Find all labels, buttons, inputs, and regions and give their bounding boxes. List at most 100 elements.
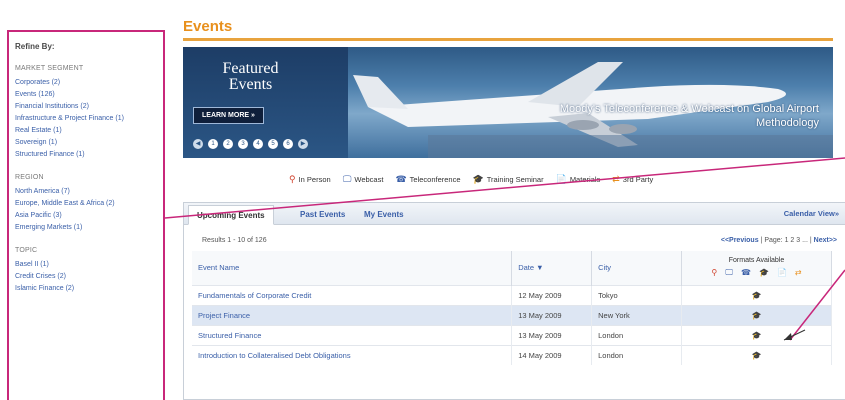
column-header-city[interactable]: City <box>591 251 683 285</box>
facet-link[interactable]: Basel II (1) <box>15 260 163 270</box>
carousel-pager: ◀ 1 2 3 4 5 6 ▶ <box>193 139 308 149</box>
learn-more-button[interactable]: LEARN MORE » <box>193 107 264 124</box>
event-formats: 🎓 <box>681 284 832 305</box>
telephone-icon: ☎ <box>395 174 407 184</box>
facet-link[interactable]: Emerging Markets (1) <box>15 223 163 233</box>
event-city: London <box>591 324 683 345</box>
event-city: New York <box>591 304 683 325</box>
column-header-date[interactable]: Date ▼ <box>511 251 593 285</box>
training-icon[interactable]: 🎓 <box>759 268 769 278</box>
person-icon[interactable]: ⚲ <box>711 268 717 278</box>
legend-training-seminar: 🎓 Training Seminar <box>472 174 544 185</box>
legend-label: Materials <box>569 175 601 184</box>
featured-events-title: Featured Events <box>222 60 279 93</box>
webcast-icon[interactable]: 🖵 <box>725 268 733 278</box>
carousel-next-icon[interactable]: ▶ <box>298 139 308 149</box>
facet-link[interactable]: Sovereign (1) <box>15 138 163 148</box>
page-numbers[interactable]: | Page: 1 2 3 ... | <box>761 237 812 244</box>
facet-link[interactable]: Structured Finance (1) <box>15 150 163 160</box>
facet-link[interactable]: Financial Institutions (2) <box>15 102 163 112</box>
legend-label: In Person <box>298 175 331 184</box>
event-city: Tokyo <box>591 284 683 305</box>
banner-caption: Moody's Teleconference & Webcast on Glob… <box>559 103 819 129</box>
results-count: Results 1 - 10 of 126 <box>202 237 267 244</box>
materials-icon[interactable]: 📄 <box>777 268 787 278</box>
featured-banner[interactable]: Featured Events LEARN MORE » ◀ 1 2 3 4 5… <box>183 47 833 158</box>
facet-link[interactable]: Asia Pacific (3) <box>15 211 163 221</box>
event-name-link[interactable]: Structured Finance <box>192 324 513 345</box>
third-party-icon[interactable]: ⇄ <box>795 268 802 278</box>
page-title: Events <box>183 18 233 35</box>
facet-link[interactable]: Islamic Finance (2) <box>15 284 163 294</box>
carousel-dot[interactable]: 4 <box>253 139 263 149</box>
carousel-prev-icon[interactable]: ◀ <box>193 139 203 149</box>
person-icon: ⚲ <box>289 174 296 184</box>
table-header-row: Event Name Date ▼ City Formats Available… <box>192 251 832 285</box>
facet-section-market-segment: MARKET SEGMENT Corporates (2) Events (12… <box>15 65 163 160</box>
table-row: Introduction to Collateralised Debt Obli… <box>192 344 832 365</box>
facet-link[interactable]: Events (126) <box>15 90 163 100</box>
facet-link[interactable]: Corporates (2) <box>15 78 163 88</box>
formats-available-label: Formats Available <box>728 257 785 265</box>
table-row: Project Finance 13 May 2009 New York 🎓 <box>192 304 832 325</box>
format-legend: ⚲ In Person 🖵 Webcast ☎ Teleconference 🎓 Tra… <box>289 174 654 185</box>
training-icon: 🎓 <box>751 290 762 300</box>
legend-label: Teleconference <box>409 175 461 184</box>
previous-page-link[interactable]: <<Previous <box>721 237 759 244</box>
calendar-view-link[interactable]: Calendar View» <box>784 203 839 225</box>
next-page-link[interactable]: Next>> <box>814 237 837 244</box>
training-icon: 🎓 <box>472 174 484 184</box>
facet-section-title: MARKET SEGMENT <box>15 65 84 72</box>
event-name-link[interactable]: Fundamentals of Corporate Credit <box>192 284 513 305</box>
event-city: London <box>591 344 683 365</box>
refine-heading: Refine By: <box>15 42 55 51</box>
third-party-icon: ⇄ <box>612 174 620 184</box>
event-date: 13 May 2009 <box>511 304 593 325</box>
facet-link[interactable]: Infrastructure & Project Finance (1) <box>15 114 163 124</box>
carousel-dot[interactable]: 3 <box>238 139 248 149</box>
legend-third-party: ⇄ 3rd Party <box>612 174 654 185</box>
materials-icon: 📄 <box>555 174 567 184</box>
event-name-link[interactable]: Project Finance <box>192 304 513 325</box>
format-filter-icons: ⚲ 🖵 ☎ 🎓 📄 ⇄ <box>682 268 831 278</box>
training-icon: 🎓 <box>751 330 762 340</box>
event-date: 14 May 2009 <box>511 344 593 365</box>
event-formats: 🎓 <box>681 344 832 365</box>
facet-link[interactable]: Credit Crises (2) <box>15 272 163 282</box>
pagination: <<Previous | Page: 1 2 3 ... | Next>> <box>721 237 837 244</box>
carousel-dot[interactable]: 6 <box>283 139 293 149</box>
refine-sidebar: Refine By: MARKET SEGMENT Corporates (2)… <box>7 30 165 400</box>
facet-section-title: REGION <box>15 174 44 181</box>
table-row: Structured Finance 13 May 2009 London 🎓 <box>192 324 832 345</box>
facet-link[interactable]: Europe, Middle East & Africa (2) <box>15 199 163 209</box>
facet-link[interactable]: North America (7) <box>15 187 163 197</box>
event-formats: 🎓 <box>681 324 832 345</box>
facet-section-topic: TOPIC Basel II (1) Credit Crises (2) Isl… <box>15 247 163 294</box>
legend-in-person: ⚲ In Person <box>289 174 331 185</box>
title-divider <box>183 38 833 41</box>
facet-section-title: TOPIC <box>15 247 38 254</box>
event-name-link[interactable]: Introduction to Collateralised Debt Obli… <box>192 344 513 365</box>
table-row: Fundamentals of Corporate Credit 12 May … <box>192 284 832 305</box>
training-icon: 🎓 <box>751 350 762 360</box>
banner-promo-panel: Featured Events LEARN MORE » ◀ 1 2 3 4 5… <box>183 47 348 158</box>
tab-upcoming-events[interactable]: Upcoming Events <box>188 205 274 225</box>
event-formats: 🎓 <box>681 304 832 325</box>
carousel-dot[interactable]: 2 <box>223 139 233 149</box>
event-date: 12 May 2009 <box>511 284 593 305</box>
event-date: 13 May 2009 <box>511 324 593 345</box>
tab-past-events[interactable]: Past Events <box>292 205 353 225</box>
events-table: Event Name Date ▼ City Formats Available… <box>192 251 832 365</box>
legend-teleconference: ☎ Teleconference <box>395 174 461 185</box>
carousel-dot[interactable]: 1 <box>208 139 218 149</box>
legend-webcast: 🖵 Webcast <box>343 175 384 185</box>
tab-my-events[interactable]: My Events <box>356 205 412 225</box>
telephone-icon[interactable]: ☎ <box>741 268 751 278</box>
carousel-dot[interactable]: 5 <box>268 139 278 149</box>
facet-link[interactable]: Real Estate (1) <box>15 126 163 136</box>
column-header-event-name[interactable]: Event Name <box>192 251 513 285</box>
legend-materials: 📄 Materials <box>555 174 601 185</box>
events-panel: Upcoming Events Past Events My Events Ca… <box>183 202 845 400</box>
legend-label: 3rd Party <box>622 175 654 184</box>
legend-label: Webcast <box>354 175 384 184</box>
